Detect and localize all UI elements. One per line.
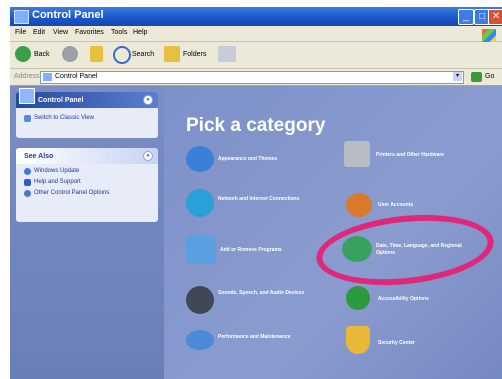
control-panel-section: Control Panel « Switch to Classic View <box>16 88 158 138</box>
menu-tools[interactable]: Tools <box>111 29 127 36</box>
address-dropdown-icon[interactable]: ▾ <box>453 72 462 81</box>
go-arrow-icon[interactable] <box>471 72 482 82</box>
folders-button-label[interactable]: Folders <box>183 51 206 58</box>
category-network-internet[interactable]: Network and Internet Connections <box>218 196 306 203</box>
category-appearance-themes[interactable]: Appearance and Themes <box>218 156 306 163</box>
category-performance-maintenance[interactable]: Performance and Maintenance <box>218 334 306 341</box>
control-panel-heading: Control Panel <box>38 97 84 104</box>
category-accessibility[interactable]: Accessibility Options <box>378 296 468 303</box>
control-panel-window: Control Panel _ □ ✕ File Edit View Favor… <box>10 7 502 379</box>
accessibility-icon[interactable] <box>346 286 370 310</box>
address-value: Control Panel <box>55 73 98 80</box>
up-folder-icon[interactable] <box>90 46 103 62</box>
go-label[interactable]: Go <box>485 73 494 80</box>
category-printers-hardware[interactable]: Printers and Other Hardware <box>376 152 458 159</box>
performance-icon[interactable] <box>186 330 214 350</box>
category-security-center[interactable]: Security Center <box>378 340 458 347</box>
forward-arrow-icon[interactable] <box>62 46 78 62</box>
control-panel-icon <box>14 10 29 24</box>
windows-logo-icon <box>482 29 496 42</box>
menu-edit[interactable]: Edit <box>33 29 45 36</box>
collapse-chevron-icon[interactable]: « <box>143 151 153 161</box>
back-button-label[interactable]: Back <box>34 51 50 58</box>
category-user-accounts[interactable]: User Accounts <box>378 202 458 209</box>
menu-bar: File Edit View Favorites Tools Help <box>10 26 502 42</box>
printer-icon[interactable] <box>344 141 370 167</box>
views-icon[interactable] <box>218 46 236 62</box>
menu-favorites[interactable]: Favorites <box>75 29 104 36</box>
menu-help[interactable]: Help <box>133 29 147 36</box>
switch-classic-view-link[interactable]: Switch to Classic View <box>16 114 158 125</box>
toolbar: Back Search Folders <box>10 42 502 69</box>
network-icon[interactable] <box>186 189 214 217</box>
menu-view[interactable]: View <box>53 29 68 36</box>
windows-update-link[interactable]: Windows Update <box>16 167 158 178</box>
back-arrow-icon[interactable] <box>15 46 31 62</box>
other-options-link[interactable]: Other Control Panel Options <box>16 189 158 207</box>
close-button[interactable]: ✕ <box>488 9 502 25</box>
windows-update-icon <box>24 168 31 175</box>
shield-icon[interactable] <box>346 326 370 354</box>
control-panel-large-icon <box>19 88 35 104</box>
window-title: Control Panel <box>32 9 104 21</box>
control-panel-small-icon <box>43 73 52 81</box>
collapse-chevron-icon[interactable]: « <box>143 95 153 105</box>
other-options-icon <box>24 190 31 197</box>
search-icon[interactable] <box>113 46 131 64</box>
address-label: Address <box>14 73 40 80</box>
category-add-remove-programs[interactable]: Add or Remove Programs <box>220 247 320 254</box>
task-pane: Control Panel « Switch to Classic View S… <box>10 86 164 379</box>
search-button-label[interactable]: Search <box>132 51 154 58</box>
classic-view-icon <box>24 115 31 122</box>
see-also-section: See Also « Windows Update Help and Suppo… <box>16 148 158 222</box>
speaker-icon[interactable] <box>186 286 214 314</box>
help-and-support-link[interactable]: Help and Support <box>16 178 158 189</box>
folders-icon[interactable] <box>164 46 180 62</box>
see-also-heading: See Also <box>24 153 54 160</box>
address-bar: Address Control Panel ▾ Go <box>10 69 502 86</box>
title-bar[interactable]: Control Panel _ □ ✕ <box>10 7 502 26</box>
page-heading: Pick a category <box>186 115 326 136</box>
minimize-button[interactable]: _ <box>458 9 474 25</box>
appearance-icon[interactable] <box>186 146 214 172</box>
add-remove-icon[interactable] <box>186 236 216 264</box>
help-icon <box>24 179 31 186</box>
menu-file[interactable]: File <box>15 29 26 36</box>
category-sounds-speech-audio[interactable]: Sounds, Speech, and Audio Devices <box>218 290 308 297</box>
address-input[interactable]: Control Panel ▾ <box>40 71 464 84</box>
users-icon[interactable] <box>346 193 372 217</box>
